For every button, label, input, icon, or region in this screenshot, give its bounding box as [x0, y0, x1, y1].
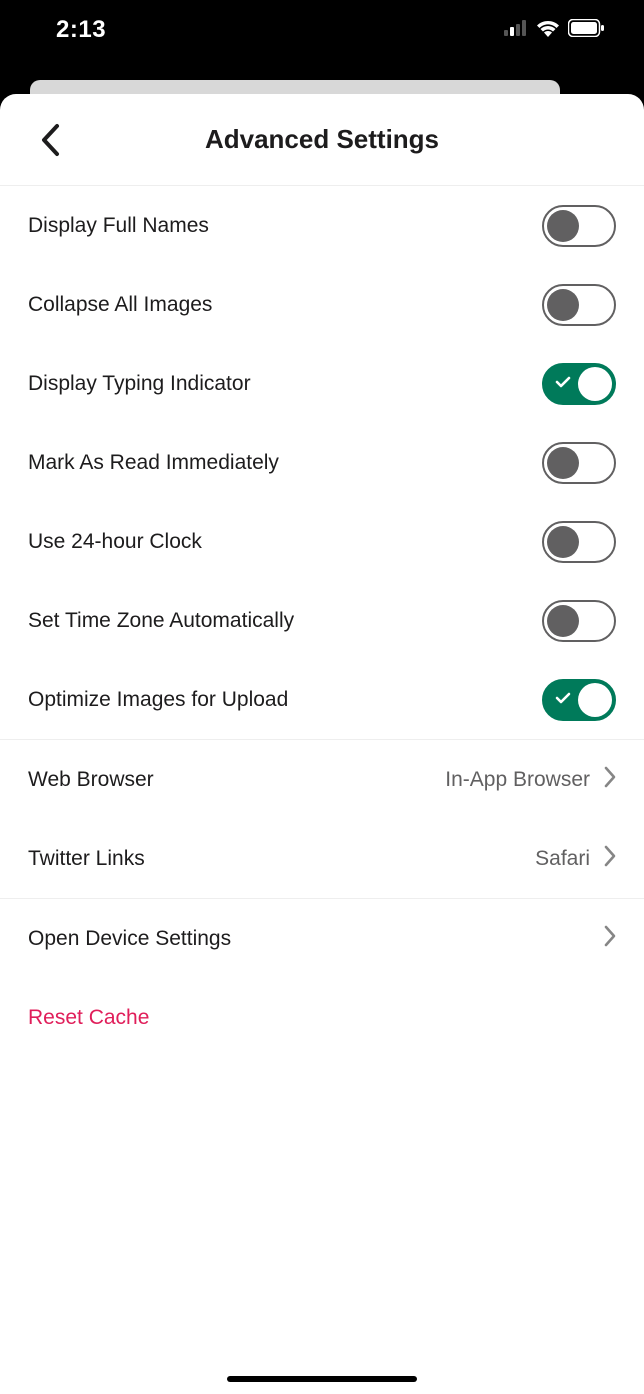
- row-open-device-settings[interactable]: Open Device Settings: [0, 899, 644, 978]
- row-label: Set Time Zone Automatically: [28, 609, 294, 633]
- row-label: Collapse All Images: [28, 293, 212, 317]
- row-reset-cache[interactable]: Reset Cache: [0, 978, 644, 1057]
- row-label: Twitter Links: [28, 847, 145, 871]
- row-mark-as-read-immediately: Mark As Read Immediately: [0, 423, 644, 502]
- status-time: 2:13: [56, 16, 106, 44]
- check-icon: [555, 691, 571, 709]
- toggle-optimize-images-for-upload[interactable]: [542, 679, 616, 721]
- row-label: Mark As Read Immediately: [28, 451, 279, 475]
- row-label: Use 24-hour Clock: [28, 530, 202, 554]
- row-display-full-names: Display Full Names: [0, 186, 644, 265]
- row-label: Optimize Images for Upload: [28, 688, 288, 712]
- settings-sheet: Advanced Settings Display Full Names Col…: [0, 94, 644, 1394]
- wifi-icon: [536, 19, 560, 42]
- browser-section: Web Browser In-App Browser Twitter Links…: [0, 740, 644, 899]
- row-set-time-zone-automatically: Set Time Zone Automatically: [0, 581, 644, 660]
- toggles-section: Display Full Names Collapse All Images D…: [0, 186, 644, 740]
- row-value: Safari: [535, 847, 590, 871]
- row-collapse-all-images: Collapse All Images: [0, 265, 644, 344]
- actions-section: Open Device Settings Reset Cache: [0, 899, 644, 1057]
- check-icon: [555, 375, 571, 393]
- chevron-right-icon: [604, 766, 616, 793]
- nav-header: Advanced Settings: [0, 94, 644, 186]
- toggle-display-typing-indicator[interactable]: [542, 363, 616, 405]
- chevron-right-icon: [604, 925, 616, 952]
- row-label: Reset Cache: [28, 1006, 149, 1030]
- row-label: Display Typing Indicator: [28, 372, 251, 396]
- page-title: Advanced Settings: [205, 124, 439, 155]
- row-twitter-links[interactable]: Twitter Links Safari: [0, 819, 644, 898]
- row-label: Web Browser: [28, 768, 154, 792]
- toggle-set-time-zone-automatically[interactable]: [542, 600, 616, 642]
- row-optimize-images-for-upload: Optimize Images for Upload: [0, 660, 644, 739]
- row-label: Display Full Names: [28, 214, 209, 238]
- toggle-display-full-names[interactable]: [542, 205, 616, 247]
- toggle-use-24-hour-clock[interactable]: [542, 521, 616, 563]
- toggle-mark-as-read-immediately[interactable]: [542, 442, 616, 484]
- back-button[interactable]: [28, 118, 72, 162]
- cellular-icon: [504, 20, 528, 41]
- row-use-24-hour-clock: Use 24-hour Clock: [0, 502, 644, 581]
- chevron-left-icon: [40, 123, 60, 157]
- status-icons: [504, 19, 604, 42]
- row-display-typing-indicator: Display Typing Indicator: [0, 344, 644, 423]
- chevron-right-icon: [604, 845, 616, 872]
- row-web-browser[interactable]: Web Browser In-App Browser: [0, 740, 644, 819]
- row-value: In-App Browser: [445, 768, 590, 792]
- status-bar: 2:13: [0, 0, 644, 60]
- home-indicator[interactable]: [227, 1376, 417, 1382]
- tab-strip: [0, 60, 644, 98]
- toggle-collapse-all-images[interactable]: [542, 284, 616, 326]
- battery-icon: [568, 19, 604, 42]
- row-label: Open Device Settings: [28, 927, 231, 951]
